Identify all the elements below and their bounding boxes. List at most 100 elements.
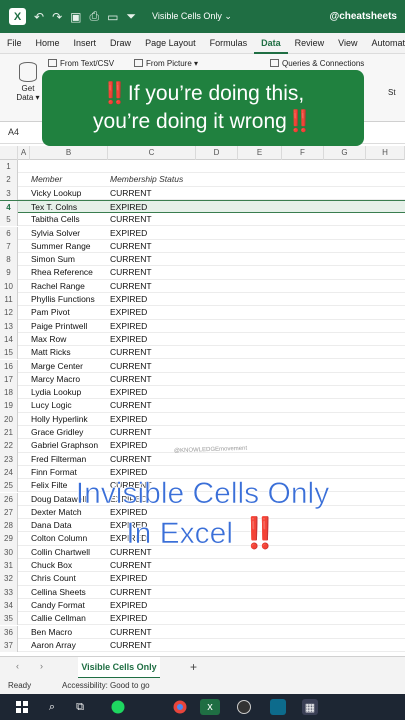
table-row[interactable]: 8 Simon Sum CURRENT [0, 253, 405, 267]
calculator-icon[interactable]: ▦ [302, 699, 318, 715]
table-row[interactable]: 4 Tex T. Colns EXPIRED [0, 199, 405, 215]
table-row[interactable]: 36 Ben Macro CURRENT [0, 625, 405, 639]
table-row[interactable]: 34 Candy Format EXPIRED [0, 598, 405, 613]
prev-sheet-arrow-icon[interactable]: ‹ [16, 661, 19, 671]
column-header-b[interactable]: B [30, 146, 108, 160]
member-cell[interactable]: Rachel Range [31, 280, 85, 293]
status-cell[interactable]: CURRENT [110, 399, 152, 412]
table-row[interactable]: 17 Marcy Macro CURRENT [0, 372, 405, 387]
tab-file[interactable]: File [0, 33, 29, 54]
status-cell[interactable]: CURRENT [110, 360, 152, 373]
column-header-e[interactable]: E [238, 146, 282, 160]
row-number[interactable]: 20 [0, 412, 18, 426]
status-cell[interactable]: CURRENT [110, 373, 152, 386]
status-cell[interactable]: CURRENT [110, 626, 152, 639]
status-cell[interactable]: CURRENT [110, 426, 152, 439]
row-number[interactable]: 12 [0, 306, 18, 320]
tab-automate[interactable]: Automate [365, 33, 405, 54]
row-number[interactable]: 9 [0, 266, 18, 280]
row-number[interactable]: 15 [0, 346, 18, 360]
member-cell[interactable]: Candy Format [31, 599, 85, 612]
table-row[interactable]: 15 Matt Ricks CURRENT [0, 346, 405, 360]
member-cell[interactable]: Max Row [31, 333, 66, 346]
status-cell[interactable]: EXPIRED [110, 320, 147, 333]
row-number[interactable]: 14 [0, 332, 18, 347]
member-cell[interactable]: Aaron Array [31, 639, 76, 652]
table-row[interactable]: 13 Paige Printwell EXPIRED [0, 319, 405, 333]
redo-icon[interactable]: ↷ [52, 10, 62, 24]
table-row[interactable]: 3 Vicky Lookup CURRENT [0, 186, 405, 200]
member-cell[interactable]: Ben Macro [31, 626, 72, 639]
name-box[interactable]: A4 [8, 127, 19, 137]
tab-home[interactable]: Home [29, 33, 67, 54]
tab-formulas[interactable]: Formulas [203, 33, 255, 54]
column-header-d[interactable]: D [196, 146, 238, 160]
status-cell[interactable]: CURRENT [110, 253, 152, 266]
row-number[interactable]: 37 [0, 638, 18, 653]
row-number[interactable]: 10 [0, 279, 18, 293]
status-cell[interactable]: EXPIRED [110, 333, 147, 346]
save-icon[interactable]: ▣ [70, 10, 81, 24]
column-header-c[interactable]: C [108, 146, 196, 160]
filter-icon[interactable]: ⏷ [126, 9, 136, 24]
member-cell[interactable]: Marcy Macro [31, 373, 80, 386]
table-row[interactable]: 23 Fred Filterman CURRENT [0, 452, 405, 466]
table-row[interactable]: 10 Rachel Range CURRENT [0, 279, 405, 293]
member-cell[interactable]: Grace Gridley [31, 426, 83, 439]
stocks-button[interactable]: St [388, 88, 396, 97]
status-cell[interactable]: EXPIRED [110, 201, 147, 214]
row-number[interactable]: 23 [0, 452, 18, 466]
table-row[interactable]: 20 Holly Hyperlink EXPIRED [0, 412, 405, 426]
tab-view[interactable]: View [331, 33, 364, 54]
row-number[interactable]: 16 [0, 359, 18, 373]
member-cell[interactable]: Matt Ricks [31, 346, 71, 359]
table-row[interactable]: 1 [0, 160, 405, 174]
table-row[interactable]: 21 Grace Gridley CURRENT [0, 426, 405, 440]
status-cell[interactable]: EXPIRED [110, 599, 147, 612]
next-sheet-arrow-icon[interactable]: › [40, 661, 43, 671]
row-number[interactable]: 7 [0, 239, 18, 254]
status-cell[interactable]: CURRENT [110, 346, 152, 359]
table-row[interactable]: 11 Phyllis Functions EXPIRED [0, 293, 405, 307]
row-number[interactable]: 3 [0, 186, 18, 200]
row-number[interactable]: 13 [0, 319, 18, 333]
tab-draw[interactable]: Draw [103, 33, 138, 54]
spotify-icon[interactable] [110, 699, 126, 715]
row-number[interactable]: 22 [0, 439, 18, 453]
status-cell[interactable]: EXPIRED [110, 227, 147, 240]
status-cell[interactable]: EXPIRED [110, 612, 147, 625]
member-cell[interactable]: Simon Sum [31, 253, 75, 266]
workbook-title[interactable]: Visible Cells Only ⌄ [152, 11, 232, 22]
member-cell[interactable]: Gabriel Graphson [31, 439, 98, 452]
status-cell[interactable]: CURRENT [110, 266, 152, 279]
member-cell[interactable]: Paige Printwell [31, 320, 87, 333]
app-icon[interactable] [270, 699, 286, 715]
from-text-csv-button[interactable]: From Text/CSV [48, 59, 114, 68]
table-row[interactable]: 32 Chris Count EXPIRED [0, 572, 405, 586]
status-cell[interactable]: CURRENT [110, 639, 152, 652]
status-cell[interactable]: CURRENT [110, 187, 152, 200]
member-cell[interactable]: Rhea Reference [31, 266, 93, 279]
member-cell[interactable]: Marge Center [31, 360, 83, 373]
task-view-icon[interactable]: ⧉ [72, 699, 88, 715]
table-row[interactable]: 19 Lucy Logic CURRENT [0, 399, 405, 413]
search-icon[interactable]: ⌕ [44, 699, 60, 715]
tab-page-layout[interactable]: Page Layout [138, 33, 203, 54]
print-icon[interactable]: ⎙ [89, 9, 99, 24]
table-row[interactable]: 12 Pam Pivot EXPIRED [0, 306, 405, 320]
sheet-tab-visible-cells-only[interactable]: Visible Cells Only [78, 657, 160, 679]
status-cell[interactable]: EXPIRED [110, 306, 147, 319]
row-number[interactable]: 31 [0, 559, 18, 573]
status-cell[interactable]: EXPIRED [110, 413, 147, 426]
status-cell[interactable]: CURRENT [110, 453, 152, 466]
chrome-icon[interactable] [172, 699, 188, 715]
row-number[interactable]: 1 [0, 160, 18, 174]
table-row[interactable]: 16 Marge Center CURRENT [0, 359, 405, 373]
status-cell[interactable]: CURRENT [110, 280, 152, 293]
table-row[interactable]: 35 Callie Cellman EXPIRED [0, 612, 405, 626]
tab-review[interactable]: Review [288, 33, 332, 54]
tab-insert[interactable]: Insert [67, 33, 104, 54]
member-cell[interactable]: Lucy Logic [31, 399, 72, 412]
table-row[interactable]: 37 Aaron Array CURRENT [0, 638, 405, 653]
status-cell[interactable]: EXPIRED [110, 439, 147, 452]
